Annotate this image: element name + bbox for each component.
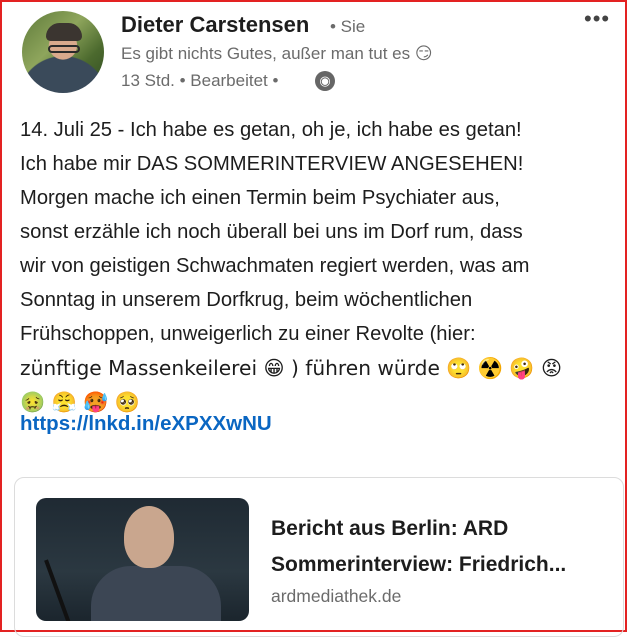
post-line: Morgen mache ich einen Termin beim Psych… <box>20 187 500 209</box>
post-line: zünftige Massenkeilerei 😁 ) führen würde… <box>20 356 563 380</box>
avatar-glasses <box>48 45 80 53</box>
post-line: sonst erzähle ich noch überall bei uns i… <box>20 221 523 243</box>
link-preview-title-line: Bericht aus Berlin: ARD <box>271 517 509 540</box>
post-line: Sonntag in unserem Dorfkrug, beim wöchen… <box>20 289 473 311</box>
post-line: Ich habe mir DAS SOMMERINTERVIEW ANGESEH… <box>20 153 524 175</box>
link-preview-domain: ardmediathek.de <box>271 586 402 606</box>
author-you-label: • Sie <box>330 17 366 36</box>
link-preview-thumbnail[interactable] <box>36 498 249 621</box>
post-meta: 13 Std. • Bearbeitet • <box>121 71 279 90</box>
thumbnail-person-body <box>91 566 221 621</box>
avatar-hair <box>46 23 82 41</box>
post-body: 14. Juli 25 - Ich habe es getan, oh je, … <box>20 113 615 419</box>
more-options-icon[interactable]: ••• <box>584 6 610 32</box>
author-tagline: Es gibt nichts Gutes, außer man tut es 😏 <box>121 44 433 63</box>
link-preview-title-line: Sommerinterview: Friedrich... <box>271 553 567 576</box>
avatar[interactable] <box>22 11 104 93</box>
post-line: 14. Juli 25 - Ich habe es getan, oh je, … <box>20 119 522 141</box>
post-line: wir von geistigen Schwachmaten regiert w… <box>20 255 530 277</box>
author-name[interactable]: Dieter Carstensen <box>121 12 309 38</box>
globe-icon: ◉ <box>315 71 335 91</box>
thumbnail-person-head <box>124 506 174 568</box>
link-preview-title[interactable]: Bericht aus Berlin: ARD Sommerinterview:… <box>271 511 611 583</box>
post-link[interactable]: https://lnkd.in/eXPXXwNU <box>20 412 272 436</box>
thumbnail-microphone <box>44 559 72 621</box>
post-line: Frühschoppen, unweigerlich zu einer Revo… <box>20 323 476 345</box>
